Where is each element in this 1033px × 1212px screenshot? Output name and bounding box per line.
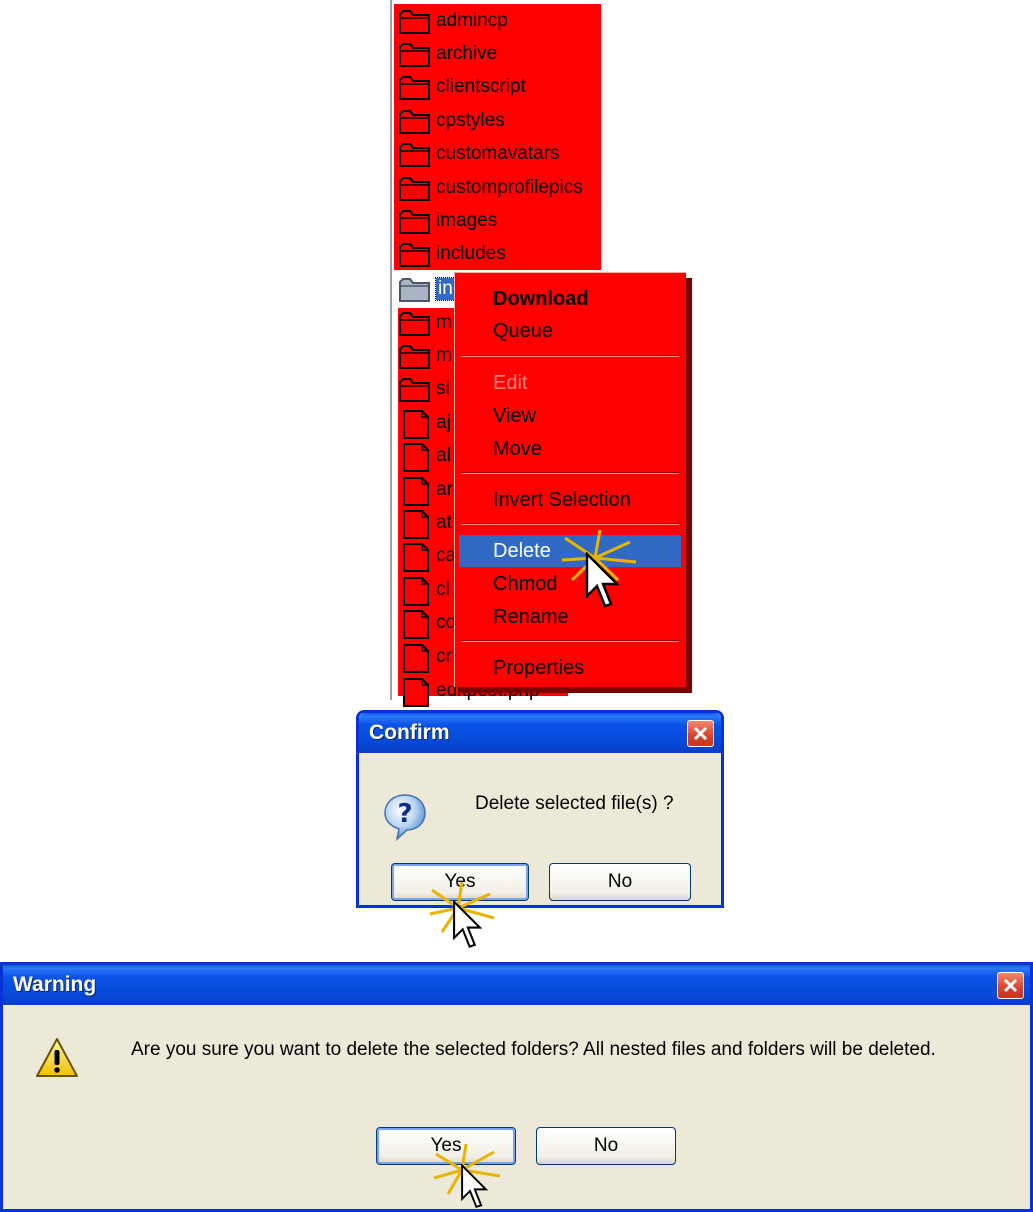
folder-row[interactable]: cpstyles [398, 104, 658, 137]
folder-icon [398, 7, 432, 35]
folder-name: cpstyles [436, 109, 505, 131]
menu-separator [461, 472, 679, 474]
file-icon [398, 576, 432, 606]
svg-text:?: ? [397, 799, 412, 829]
folder-row[interactable]: archive [398, 37, 658, 70]
file-list-border [390, 0, 392, 700]
confirm-dialog: Confirm ? Delete selected file(s) ? Yes … [356, 710, 724, 908]
context-menu: Download Queue Edit View Move Invert Selectio… [454, 272, 686, 687]
folder-name: si [436, 378, 450, 400]
folder-name: m [436, 344, 452, 366]
file-icon [398, 509, 432, 539]
menu-item-view[interactable]: View [459, 400, 681, 432]
folder-row[interactable]: images [398, 204, 658, 237]
confirm-title: Confirm [369, 721, 450, 744]
folder-name: archive [436, 42, 498, 64]
file-icon [398, 609, 432, 640]
menu-separator [461, 640, 679, 642]
file-icon [398, 409, 432, 439]
file-icon [398, 442, 432, 473]
folder-name: includes [436, 243, 506, 265]
folder-icon [398, 73, 432, 101]
folder-name: clientscript [436, 76, 526, 98]
warning-no-button[interactable]: No [536, 1127, 676, 1165]
file-name: at [436, 511, 452, 533]
file-icon [398, 476, 432, 506]
file-name: al [436, 445, 451, 467]
warning-close-button[interactable] [997, 972, 1024, 999]
file-name: aj [436, 411, 451, 433]
warning-title: Warning [13, 973, 97, 996]
menu-item-properties[interactable]: Properties [459, 652, 681, 684]
mouse-cursor-icon [461, 1164, 488, 1209]
folder-row[interactable]: admincp [398, 4, 658, 37]
confirm-close-button[interactable] [687, 720, 714, 747]
close-icon [1003, 978, 1018, 993]
folder-icon [398, 275, 432, 303]
folder-name: customprofilepics [436, 176, 583, 198]
mouse-cursor-icon [585, 552, 619, 608]
folder-name: admincp [436, 9, 508, 31]
folder-row[interactable]: customavatars [398, 138, 658, 171]
menu-item-queue[interactable]: Queue [459, 315, 681, 347]
confirm-message: Delete selected file(s) ? [475, 793, 674, 814]
folder-row[interactable]: customprofilepics [398, 171, 658, 204]
warning-titlebar [3, 965, 1030, 1005]
mouse-cursor-icon [453, 900, 482, 948]
folder-row[interactable]: includes [398, 238, 658, 271]
file-icon [398, 643, 432, 673]
menu-separator [461, 523, 679, 525]
folder-name: images [436, 209, 498, 231]
question-icon: ? [384, 794, 426, 841]
file-name: cl [436, 578, 450, 600]
file-icon [398, 542, 432, 573]
menu-item-rename[interactable]: Rename [459, 601, 681, 633]
close-icon [693, 726, 708, 741]
folder-icon [398, 342, 432, 370]
folder-icon [398, 309, 432, 337]
folder-icon [398, 107, 432, 135]
folder-icon [398, 140, 432, 168]
folder-name: in [435, 276, 456, 301]
folder-icon [398, 375, 432, 403]
menu-item-edit: Edit [493, 371, 528, 394]
file-name: cr [436, 645, 452, 667]
warning-message: Are you sure you want to delete the sele… [131, 1039, 936, 1060]
folder-icon [398, 240, 432, 268]
warning-icon [36, 1038, 78, 1077]
folder-name: m [436, 311, 452, 333]
menu-item-move[interactable]: Move [459, 433, 681, 465]
file-name: ar [436, 478, 453, 500]
folder-row[interactable]: clientscript [398, 71, 658, 104]
file-icon [398, 677, 432, 707]
warning-dialog: Warning Are you sure you want to delete … [0, 962, 1033, 1212]
folder-icon [398, 174, 432, 202]
folder-name: customavatars [436, 143, 560, 165]
folder-icon [398, 40, 432, 68]
menu-item-invert-selection[interactable]: Invert Selection [459, 484, 681, 516]
menu-item-download[interactable]: Download [459, 283, 681, 315]
confirm-no-button[interactable]: No [549, 863, 691, 901]
menu-separator [461, 355, 679, 357]
folder-icon [398, 207, 432, 235]
